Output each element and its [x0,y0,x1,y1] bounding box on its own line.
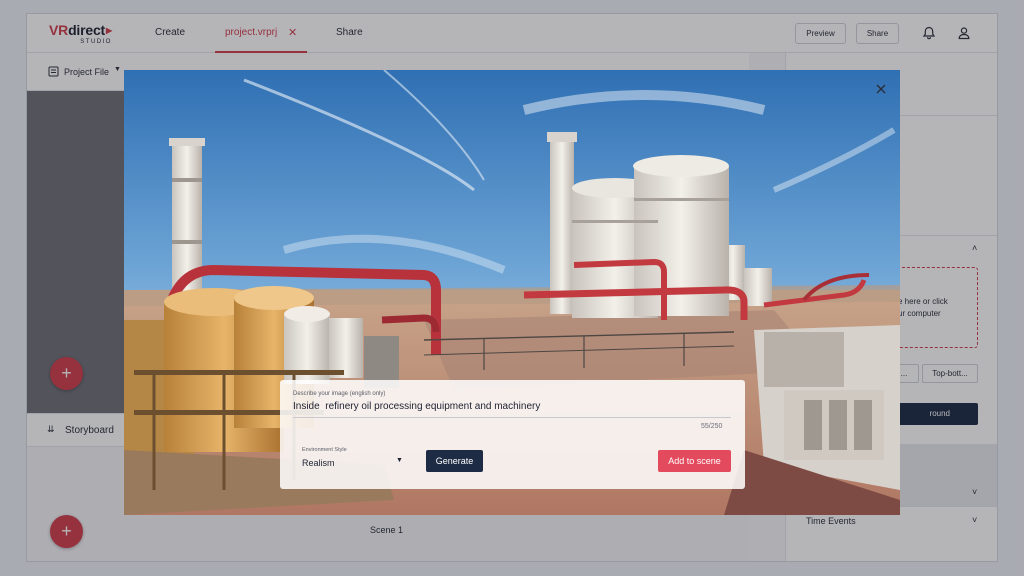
character-count: 55/250 [701,423,723,430]
description-input[interactable]: Inside refinery oil processing equipment… [293,401,540,412]
caret-down-icon[interactable]: ▼ [396,457,403,464]
generation-panel: Describe your image (english only) Insid… [280,380,745,489]
close-icon[interactable] [874,82,888,96]
generate-button[interactable]: Generate [426,450,483,472]
environment-style-label: Environment Style [302,447,347,453]
add-to-scene-button[interactable]: Add to scene [658,450,731,472]
environment-style-value[interactable]: Realism [302,458,335,468]
ai-image-generator-modal: Describe your image (english only) Insid… [124,70,900,515]
description-label: Describe your image (english only) [293,391,386,397]
input-underline [293,417,731,418]
